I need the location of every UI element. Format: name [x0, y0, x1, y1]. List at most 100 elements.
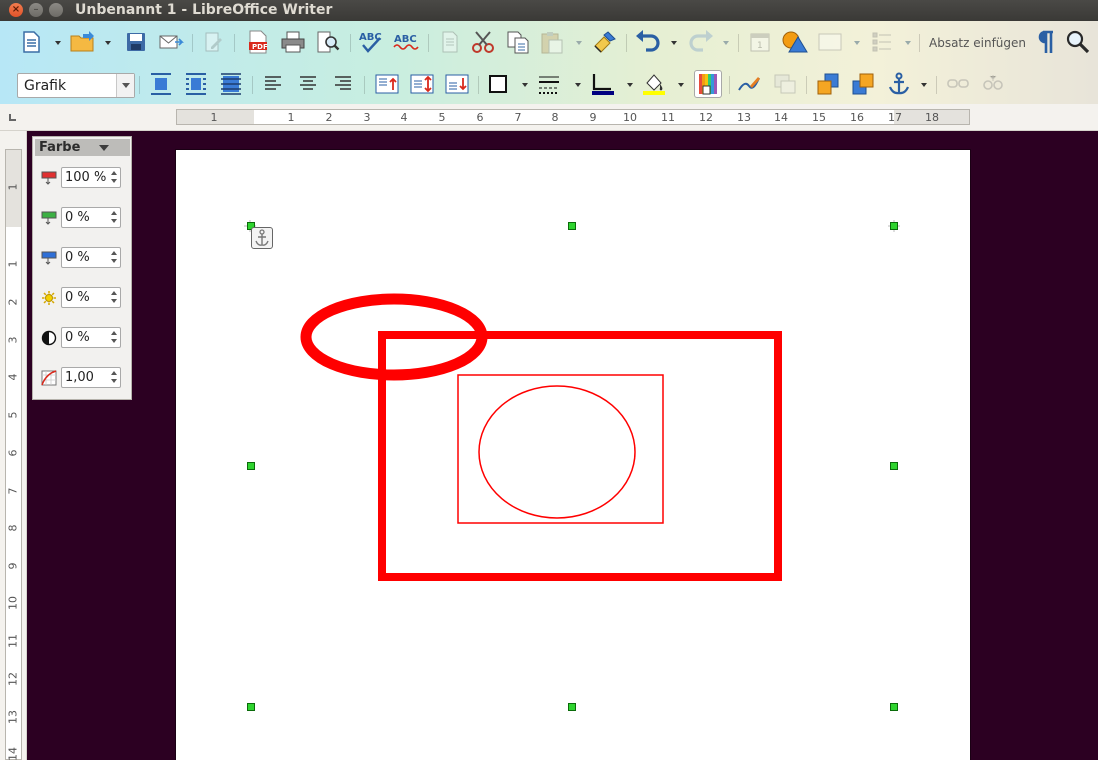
- edit-points-icon[interactable]: [735, 70, 763, 98]
- border-color-dropdown-arrow[interactable]: [626, 82, 634, 88]
- export-pdf-icon[interactable]: PDF: [244, 28, 272, 56]
- document-page[interactable]: [176, 150, 970, 760]
- minimize-window-button[interactable]: –: [29, 3, 43, 17]
- brightness-spin-buttons[interactable]: [107, 288, 122, 307]
- insert-shapes-icon[interactable]: [781, 28, 809, 56]
- align-middle-icon[interactable]: [408, 70, 436, 98]
- chevron-down-icon[interactable]: [116, 74, 134, 97]
- selected-graphic[interactable]: [176, 150, 970, 760]
- color-panel-header[interactable]: Farbe: [35, 139, 130, 156]
- align-top-icon[interactable]: [373, 70, 401, 98]
- insert-frame-icon[interactable]: [816, 28, 844, 56]
- ruler-label: 11: [6, 634, 20, 648]
- tab-stop-selector[interactable]: [9, 114, 16, 121]
- resize-handle-bottom-left[interactable]: [247, 703, 255, 711]
- cut-disabled-doc-icon[interactable]: [436, 28, 464, 56]
- wrap-page-icon[interactable]: [182, 70, 210, 98]
- gamma-spin-buttons[interactable]: [107, 368, 122, 387]
- red-row: 100 %: [33, 165, 133, 191]
- thin-ellipse-shape: [478, 385, 636, 519]
- frame-toolbar: Grafik: [0, 64, 1098, 104]
- anchor-dropdown-arrow[interactable]: [920, 82, 928, 88]
- red-spin-buttons[interactable]: [107, 168, 122, 187]
- resize-handle-top[interactable]: [568, 222, 576, 230]
- spellcheck-icon[interactable]: ABC: [357, 28, 385, 56]
- chevron-down-icon[interactable]: [99, 145, 109, 151]
- vertical-ruler[interactable]: 1 1 2 3 4 5 6 7 8 9 10 11 12 13 14: [5, 149, 22, 760]
- align-center-icon[interactable]: [294, 70, 322, 98]
- red-channel-icon: [41, 171, 57, 185]
- color-panel-toggle-icon[interactable]: [694, 70, 722, 98]
- resize-handle-top-right[interactable]: [890, 222, 898, 230]
- wrap-off-icon[interactable]: [147, 70, 175, 98]
- undo-dropdown-arrow[interactable]: [670, 40, 678, 46]
- undo-icon[interactable]: [634, 28, 662, 56]
- standard-toolbar: PDF ABC ABC 1 Absatz einfügen: [0, 22, 1098, 62]
- copy-icon[interactable]: [504, 28, 532, 56]
- ruler-label: 12: [699, 111, 713, 124]
- title-bar: × – Unbenannt 1 - LibreOffice Writer: [0, 0, 1098, 21]
- insert-field-icon[interactable]: 1: [746, 28, 774, 56]
- blue-spin-buttons[interactable]: [107, 248, 122, 267]
- resize-handle-bottom[interactable]: [568, 703, 576, 711]
- resize-handle-bottom-right[interactable]: [890, 703, 898, 711]
- gamma-curve-icon: [41, 370, 57, 386]
- email-icon[interactable]: [157, 28, 185, 56]
- redo-icon[interactable]: [687, 28, 715, 56]
- maximize-window-button[interactable]: [49, 3, 63, 17]
- crop-disabled-icon[interactable]: [771, 70, 799, 98]
- auto-spellcheck-icon[interactable]: ABC: [392, 28, 420, 56]
- save-icon[interactable]: [122, 28, 150, 56]
- paste-icon[interactable]: [538, 28, 566, 56]
- open-folder-icon[interactable]: [69, 28, 97, 56]
- align-left-icon[interactable]: [259, 70, 287, 98]
- frame-style-select[interactable]: Grafik: [17, 73, 135, 98]
- contrast-spin-buttons[interactable]: [107, 328, 122, 347]
- ruler-label: 4: [6, 373, 20, 381]
- border-style-icon[interactable]: [535, 70, 563, 98]
- cut-icon[interactable]: [469, 28, 497, 56]
- anchor-icon[interactable]: [885, 70, 913, 98]
- background-color-dropdown-arrow[interactable]: [677, 82, 685, 88]
- svg-text:PDF: PDF: [252, 43, 268, 51]
- resize-handle-right[interactable]: [890, 462, 898, 470]
- borders-icon[interactable]: [484, 70, 512, 98]
- frame-dropdown-arrow[interactable]: [853, 40, 861, 46]
- new-document-icon[interactable]: [17, 28, 45, 56]
- ruler-label: 5: [6, 411, 20, 419]
- find-icon[interactable]: [1064, 28, 1092, 56]
- unlink-frames-icon[interactable]: [979, 70, 1007, 98]
- insert-paragraph-button[interactable]: Absatz einfügen: [929, 36, 1026, 50]
- redo-dropdown-arrow[interactable]: [722, 40, 730, 46]
- green-channel-icon: [41, 211, 57, 225]
- send-to-back-icon[interactable]: [849, 70, 877, 98]
- formatting-marks-icon[interactable]: [1031, 28, 1059, 56]
- anchor-marker-icon[interactable]: [251, 227, 273, 249]
- insert-list-icon[interactable]: [868, 28, 896, 56]
- new-dropdown-arrow[interactable]: [54, 40, 62, 46]
- edit-file-icon[interactable]: [199, 28, 227, 56]
- border-color-icon[interactable]: [589, 70, 617, 98]
- bring-to-front-icon[interactable]: [814, 70, 842, 98]
- contrast-icon: [41, 330, 57, 346]
- horizontal-ruler[interactable]: 1 1 2 3 4 5 6 7 8 9 10 11 12 13 14 15 16…: [176, 109, 970, 125]
- align-bottom-icon[interactable]: [443, 70, 471, 98]
- list-dropdown-arrow[interactable]: [904, 40, 912, 46]
- background-color-icon[interactable]: [640, 70, 668, 98]
- close-window-button[interactable]: ×: [9, 3, 23, 17]
- print-icon[interactable]: [279, 28, 307, 56]
- brightness-row: 0 %: [33, 285, 133, 311]
- link-frames-icon[interactable]: [944, 70, 972, 98]
- resize-handle-left[interactable]: [247, 462, 255, 470]
- align-right-icon[interactable]: [329, 70, 357, 98]
- borders-dropdown-arrow[interactable]: [521, 82, 529, 88]
- clone-formatting-icon[interactable]: [591, 28, 619, 56]
- wrap-through-icon[interactable]: [217, 70, 245, 98]
- green-spin-buttons[interactable]: [107, 208, 122, 227]
- border-style-dropdown-arrow[interactable]: [574, 82, 582, 88]
- print-preview-icon[interactable]: [314, 28, 342, 56]
- open-dropdown-arrow[interactable]: [104, 40, 112, 46]
- ruler-label: 18: [925, 111, 939, 124]
- ruler-label: 2: [325, 111, 333, 124]
- paste-dropdown-arrow[interactable]: [575, 40, 583, 46]
